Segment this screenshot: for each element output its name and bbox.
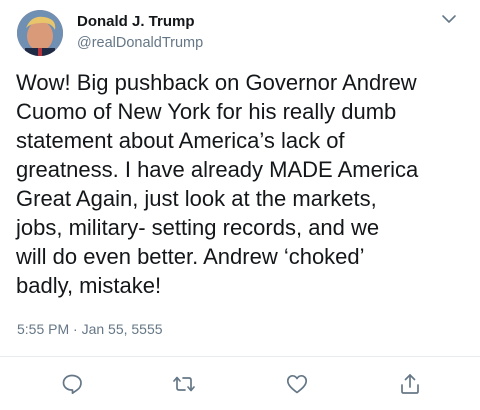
divider	[0, 356, 480, 357]
avatar[interactable]	[17, 10, 63, 56]
user-handle[interactable]: @realDonaldTrump	[77, 35, 203, 51]
chevron-down-icon[interactable]	[441, 12, 457, 26]
tweet-timestamp[interactable]: 5:55 PM · Jan 55, 5555	[17, 321, 163, 337]
avatar-image	[17, 10, 63, 56]
tweet-card: Donald J. Trump @realDonaldTrump Wow! Bi…	[0, 0, 480, 410]
retweet-icon[interactable]	[172, 372, 196, 396]
share-icon[interactable]	[398, 372, 422, 396]
reply-icon[interactable]	[60, 372, 84, 396]
display-name[interactable]: Donald J. Trump	[77, 13, 195, 30]
tweet-text: Wow! Big pushback on Governor Andrew Cuo…	[16, 70, 419, 298]
like-icon[interactable]	[285, 372, 309, 396]
